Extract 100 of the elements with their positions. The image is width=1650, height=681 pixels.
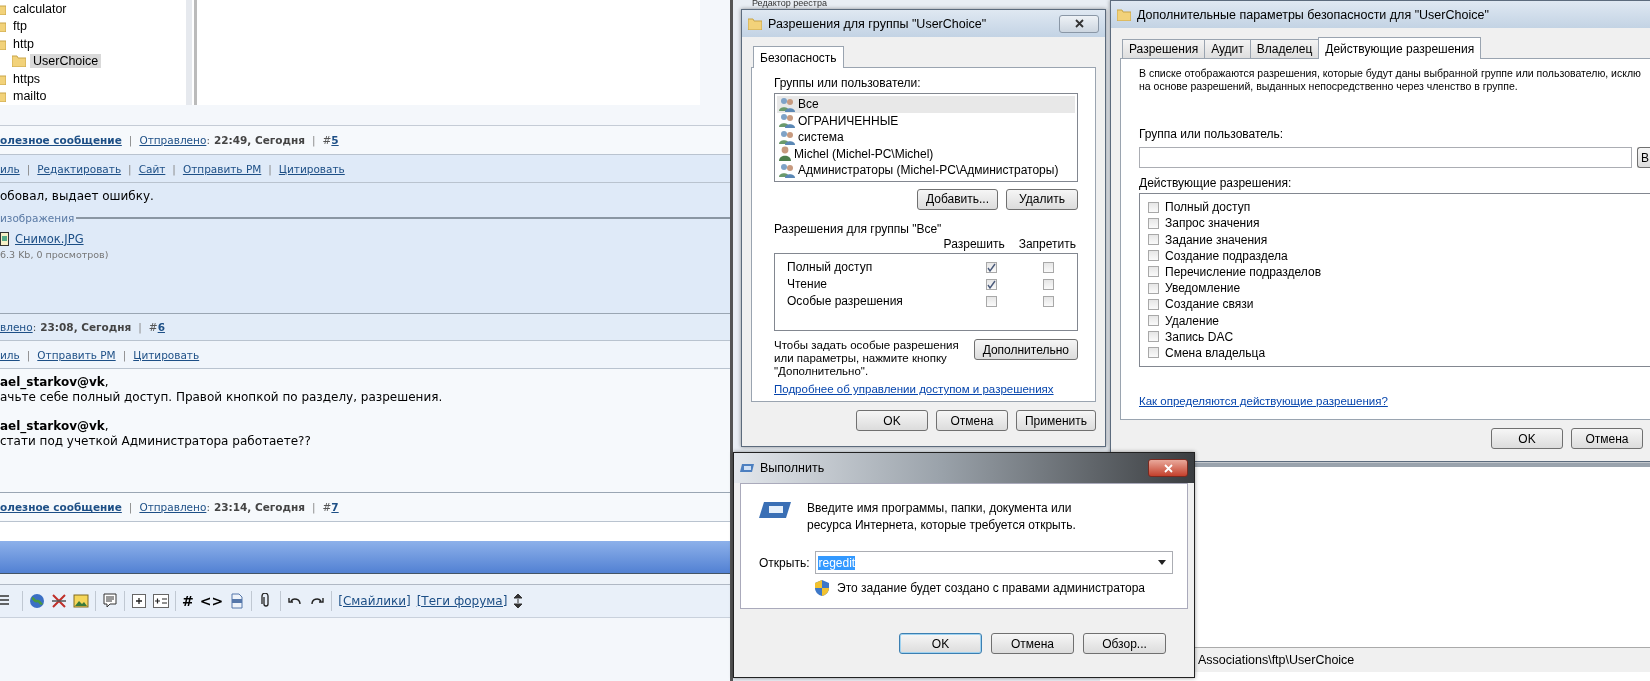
- close-button[interactable]: [1059, 14, 1099, 33]
- dialog-button[interactable]: Отмена: [1571, 428, 1643, 449]
- close-button[interactable]: [1148, 459, 1188, 477]
- checkbox[interactable]: [1148, 266, 1159, 278]
- plus-box-icon[interactable]: [131, 593, 147, 609]
- post-link[interactable]: 6: [157, 321, 165, 333]
- description-text: на основе разрешений, выданных непосредственно через членство в группе.: [1139, 80, 1519, 93]
- checkbox[interactable]: [1148, 250, 1159, 262]
- select-button[interactable]: В: [1637, 147, 1650, 168]
- tree-item[interactable]: calculator: [10, 1, 70, 16]
- group-item[interactable]: Администраторы (Michel-PC\Администраторы): [777, 162, 1075, 179]
- window-title: Разрешения для группы "UserChoice": [768, 16, 988, 31]
- post-link[interactable]: Цитировать: [133, 348, 200, 361]
- separator-text: |: [122, 348, 127, 361]
- help-link[interactable]: Подробнее об управлении доступом и разрешениях: [774, 383, 1078, 395]
- post-link[interactable]: Отправить PM: [182, 162, 262, 175]
- post-link[interactable]: олезное сообщение: [0, 501, 122, 513]
- post-link[interactable]: влено: [0, 321, 33, 333]
- checkbox[interactable]: [1148, 298, 1159, 310]
- tab[interactable]: Разрешения: [1122, 39, 1206, 58]
- post-link[interactable]: Цитировать: [278, 162, 345, 175]
- checkbox[interactable]: [1043, 295, 1054, 307]
- code-glyph[interactable]: <>: [199, 593, 224, 609]
- tab[interactable]: Аудит: [1204, 39, 1251, 58]
- checkbox[interactable]: [1148, 217, 1159, 229]
- tree-item[interactable]: https: [10, 71, 44, 86]
- dialog-button[interactable]: Добавить...: [916, 188, 998, 210]
- post-link[interactable]: Редактировать: [37, 162, 122, 175]
- image-icon[interactable]: [73, 593, 89, 609]
- advanced-button[interactable]: Дополнительно: [973, 339, 1078, 360]
- group-item[interactable]: система: [777, 129, 1075, 146]
- message-text: ael_starkov@vk,: [0, 375, 110, 390]
- attachment-link[interactable]: Снимок.JPG: [15, 232, 84, 246]
- label-text: #: [322, 501, 332, 513]
- separator-text: |: [138, 321, 142, 333]
- plus-list-icon[interactable]: [153, 593, 169, 609]
- tree-item[interactable]: ftp: [10, 19, 30, 34]
- checkbox[interactable]: [1148, 331, 1159, 343]
- image-file-icon: [0, 232, 9, 246]
- tree-item[interactable]: UserChoice: [30, 54, 102, 69]
- separator-text: |: [312, 501, 316, 513]
- user-group-icon: [779, 113, 795, 129]
- comment-icon[interactable]: [102, 593, 118, 609]
- user-field[interactable]: [1139, 147, 1632, 168]
- post-link[interactable]: олезное сообщение: [0, 134, 122, 146]
- tab[interactable]: Действующие разрешения: [1318, 37, 1482, 59]
- post-link[interactable]: иль: [0, 162, 20, 175]
- run-icon: [759, 500, 791, 520]
- group-item[interactable]: ОГРАНИЧЕННЫЕ: [777, 112, 1075, 129]
- admin-note: Это задание будет создано с правами администратора: [837, 581, 1146, 595]
- dialog-button[interactable]: Обзор...: [1083, 633, 1166, 654]
- post-link[interactable]: 7: [331, 501, 339, 513]
- description-text: В списке отображаются разрешения, которые будут даны выбранной группе или пользователю, исклю: [1139, 67, 1642, 80]
- checkbox[interactable]: [1148, 282, 1159, 294]
- checkbox[interactable]: [986, 261, 997, 273]
- tab[interactable]: Владелец: [1249, 39, 1320, 58]
- checkbox[interactable]: [1043, 261, 1054, 273]
- shield-icon: [815, 580, 829, 596]
- post-link[interactable]: Отправить PM: [37, 348, 116, 361]
- folder-icon: [1117, 8, 1131, 21]
- permission-name: Создание связи: [1165, 297, 1254, 312]
- dialog-button[interactable]: OK: [899, 633, 982, 654]
- tab[interactable]: Безопасность: [753, 46, 844, 68]
- dialog-button[interactable]: Удалить: [1006, 188, 1078, 210]
- toolbar-link[interactable]: [Смайлики]: [338, 594, 411, 608]
- checkbox[interactable]: [986, 278, 997, 290]
- tree-item[interactable]: http: [10, 36, 37, 51]
- column-header: Запретить: [1018, 236, 1076, 251]
- help-link[interactable]: Как определяются действующие разрешения?: [1139, 395, 1650, 407]
- unlink-icon[interactable]: [51, 593, 67, 609]
- dialog-button[interactable]: Применить: [1016, 410, 1096, 431]
- checkbox[interactable]: [1043, 278, 1054, 290]
- label-text: :: [206, 134, 210, 146]
- dialog-button[interactable]: Отмена: [991, 633, 1074, 654]
- checkbox[interactable]: [1148, 347, 1159, 359]
- dropdown-caret-icon[interactable]: [1158, 560, 1166, 565]
- group-item[interactable]: Все: [777, 96, 1075, 113]
- php-file-icon[interactable]: [229, 593, 246, 609]
- dialog-button[interactable]: OK: [1491, 428, 1563, 449]
- checkbox[interactable]: [1148, 234, 1159, 245]
- resize-icon[interactable]: [513, 593, 524, 609]
- checkbox[interactable]: [1148, 315, 1159, 326]
- checkbox[interactable]: [1148, 201, 1159, 213]
- user-group-icon: [779, 96, 795, 112]
- checkbox[interactable]: [986, 295, 997, 307]
- permission-name: Перечисление подразделов: [1165, 264, 1322, 279]
- attachment-info: 6.3 Kb, 0 просмотров): [0, 249, 110, 260]
- post-link[interactable]: иль: [0, 348, 20, 361]
- group-item[interactable]: Michel (Michel-PC\Michel): [777, 145, 1075, 162]
- separator-text: |: [268, 162, 272, 175]
- globe-icon[interactable]: [29, 593, 45, 609]
- tree-item[interactable]: mailto: [10, 89, 50, 104]
- toolbar-link[interactable]: [Теги форума]: [416, 594, 508, 608]
- code-glyph[interactable]: #: [182, 593, 194, 609]
- dialog-button[interactable]: Отмена: [936, 410, 1008, 431]
- permission-name: Особые разрешения: [787, 294, 904, 308]
- post-link[interactable]: Сайт: [138, 162, 166, 175]
- dialog-button[interactable]: OK: [856, 410, 928, 431]
- separator-text: |: [128, 162, 132, 175]
- post-link[interactable]: 5: [331, 134, 339, 146]
